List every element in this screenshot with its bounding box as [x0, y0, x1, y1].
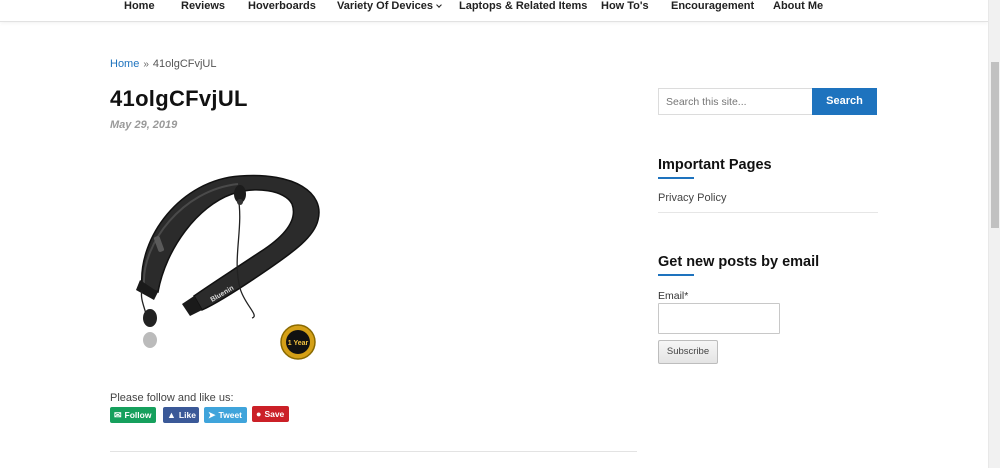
email-label: Email* — [658, 290, 689, 302]
breadcrumb-home-link[interactable]: Home — [110, 58, 139, 70]
nav-item-home[interactable]: Home — [124, 0, 155, 12]
bird-icon: ➤ — [208, 409, 216, 420]
heading-underline — [658, 177, 694, 179]
search-input[interactable] — [658, 88, 813, 115]
tweet-button[interactable]: ➤ Tweet — [204, 407, 247, 423]
top-navigation: Home Reviews Hoverboards Variety Of Devi… — [0, 0, 988, 22]
nav-item-variety-of-devices[interactable]: Variety Of Devices — [337, 0, 442, 12]
vertical-scrollbar[interactable] — [988, 0, 1000, 468]
tweet-label: Tweet — [218, 410, 243, 420]
chevron-right-icon: » — [143, 59, 149, 70]
breadcrumb-current: 41olgCFvjUL — [152, 58, 217, 70]
privacy-policy-link[interactable]: Privacy Policy — [658, 192, 726, 204]
nav-item-laptops[interactable]: Laptops & Related Items — [459, 0, 587, 12]
warranty-badge-text: 1 Year — [288, 340, 309, 347]
save-label: Save — [264, 409, 285, 419]
post-date: May 29, 2019 — [110, 119, 178, 131]
chevron-down-icon — [436, 2, 442, 8]
widget-divider — [658, 212, 878, 213]
follow-label: Follow — [124, 410, 152, 420]
nav-item-reviews[interactable]: Reviews — [181, 0, 225, 12]
important-pages-heading: Important Pages — [658, 157, 772, 173]
product-image: Bluenin 1 Year — [136, 174, 320, 360]
subscribe-button[interactable]: Subscribe — [658, 340, 718, 364]
like-button[interactable]: ▲ Like — [163, 407, 199, 423]
nav-item-label: Variety Of Devices — [337, 0, 434, 12]
content-divider — [110, 451, 637, 452]
nav-item-how-tos[interactable]: How To's — [601, 0, 649, 12]
pinterest-icon: ● — [256, 409, 262, 419]
nav-item-hoverboards[interactable]: Hoverboards — [248, 0, 316, 12]
like-label: Like — [178, 410, 196, 420]
page-title: 41olgCFvjUL — [110, 86, 248, 111]
email-field[interactable] — [658, 303, 780, 334]
follow-prompt: Please follow and like us: — [110, 392, 234, 404]
thumbs-up-icon: ▲ — [167, 410, 176, 420]
scrollbar-thumb[interactable] — [991, 62, 999, 228]
newsletter-heading: Get new posts by email — [658, 254, 820, 270]
nav-item-about-me[interactable]: About Me — [773, 0, 823, 12]
save-button[interactable]: ● Save — [252, 406, 289, 422]
follow-button[interactable]: ✉ Follow — [110, 407, 156, 423]
breadcrumb: Home » 41olgCFvjUL — [110, 58, 217, 70]
mail-icon: ✉ — [114, 409, 122, 420]
nav-item-encouragement[interactable]: Encouragement — [671, 0, 754, 12]
heading-underline — [658, 274, 694, 276]
search-button[interactable]: Search — [812, 88, 877, 115]
